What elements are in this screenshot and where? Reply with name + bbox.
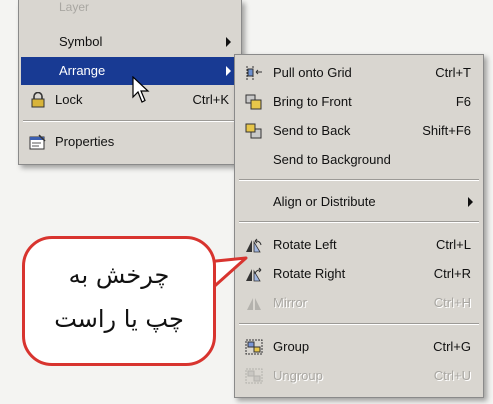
menu-item-mirror: Mirror Ctrl+H [237, 289, 481, 317]
menu-separator [23, 120, 237, 122]
send-to-background-label: Send to Background [273, 152, 391, 167]
menu-item-group[interactable]: Group Ctrl+G [237, 333, 481, 361]
lock-shortcut: Ctrl+K [192, 92, 229, 107]
lock-icon [31, 92, 45, 108]
submenu-arrow-icon [226, 66, 231, 76]
mirror-shortcut: Ctrl+H [433, 295, 471, 310]
send-to-back-shortcut: Shift+F6 [422, 123, 471, 138]
callout-joint [203, 265, 211, 289]
menu-item-align-or-distribute[interactable]: Align or Distribute [237, 188, 481, 216]
pull-onto-grid-shortcut: Ctrl+T [435, 65, 471, 80]
pull-onto-grid-label: Pull onto Grid [273, 65, 352, 80]
mouse-cursor-icon [132, 76, 150, 103]
rotate-left-shortcut: Ctrl+L [435, 237, 471, 252]
rotate-right-label: Rotate Right [273, 266, 346, 281]
menu-item-send-to-background[interactable]: Send to Background [237, 146, 481, 174]
rotate-right-icon [246, 267, 262, 282]
callout-line-2: چپ یا راست [54, 305, 184, 333]
ungroup-icon [245, 368, 263, 384]
arrange-label: Arrange [59, 63, 106, 78]
group-label: Group [273, 339, 310, 354]
submenu-arrow-icon [468, 197, 473, 207]
pull-onto-grid-icon [246, 66, 262, 80]
menu-item-bring-to-front[interactable]: Bring to Front F6 [237, 88, 481, 116]
menu-item-send-to-back[interactable]: Send to Back Shift+F6 [237, 117, 481, 145]
properties-label: Properties [55, 134, 115, 149]
group-shortcut: Ctrl+G [433, 339, 471, 354]
bring-to-front-shortcut: F6 [455, 94, 471, 109]
mirror-icon [247, 298, 261, 310]
menu-separator [239, 323, 479, 325]
send-to-back-label: Send to Back [273, 123, 351, 138]
menu-separator [239, 221, 479, 223]
menu-item-rotate-left[interactable]: Rotate Left Ctrl+L [237, 231, 481, 259]
menu-item-ungroup: Ungroup Ctrl+U [237, 362, 481, 390]
callout-bubble: چرخش به چپ یا راست [22, 236, 216, 366]
menu-item-layer-faded: Layer [59, 0, 90, 14]
ungroup-shortcut: Ctrl+U [433, 368, 471, 383]
lock-label: Lock [55, 92, 83, 107]
mirror-label: Mirror [273, 295, 307, 310]
context-menu: Layer Symbol Arrange Lock Ctrl+K Propert… [18, 0, 242, 165]
align-or-distribute-label: Align or Distribute [273, 194, 376, 209]
rotate-left-icon [246, 238, 262, 253]
submenu-arrow-icon [226, 37, 231, 47]
menu-item-pull-onto-grid[interactable]: Pull onto Grid Ctrl+T [237, 59, 481, 87]
symbol-label: Symbol [59, 34, 103, 49]
properties-icon [29, 134, 46, 150]
bring-to-front-label: Bring to Front [273, 94, 352, 109]
menu-item-symbol[interactable]: Symbol [21, 28, 239, 56]
menu-item-rotate-right[interactable]: Rotate Right Ctrl+R [237, 260, 481, 288]
ungroup-label: Ungroup [273, 368, 323, 383]
menu-item-arrange[interactable]: Arrange [21, 57, 239, 85]
arrange-submenu: Pull onto Grid Ctrl+T Bring to Front F6 … [234, 54, 484, 398]
menu-item-properties[interactable]: Properties [21, 128, 239, 156]
group-icon [245, 339, 263, 355]
rotate-left-label: Rotate Left [273, 237, 337, 252]
rotate-right-shortcut: Ctrl+R [433, 266, 471, 281]
menu-separator [239, 179, 479, 181]
callout-line-1: چرخش به [68, 261, 170, 289]
send-to-back-icon [245, 123, 262, 139]
bring-to-front-icon [245, 94, 262, 110]
menu-item-lock[interactable]: Lock Ctrl+K [21, 86, 239, 114]
